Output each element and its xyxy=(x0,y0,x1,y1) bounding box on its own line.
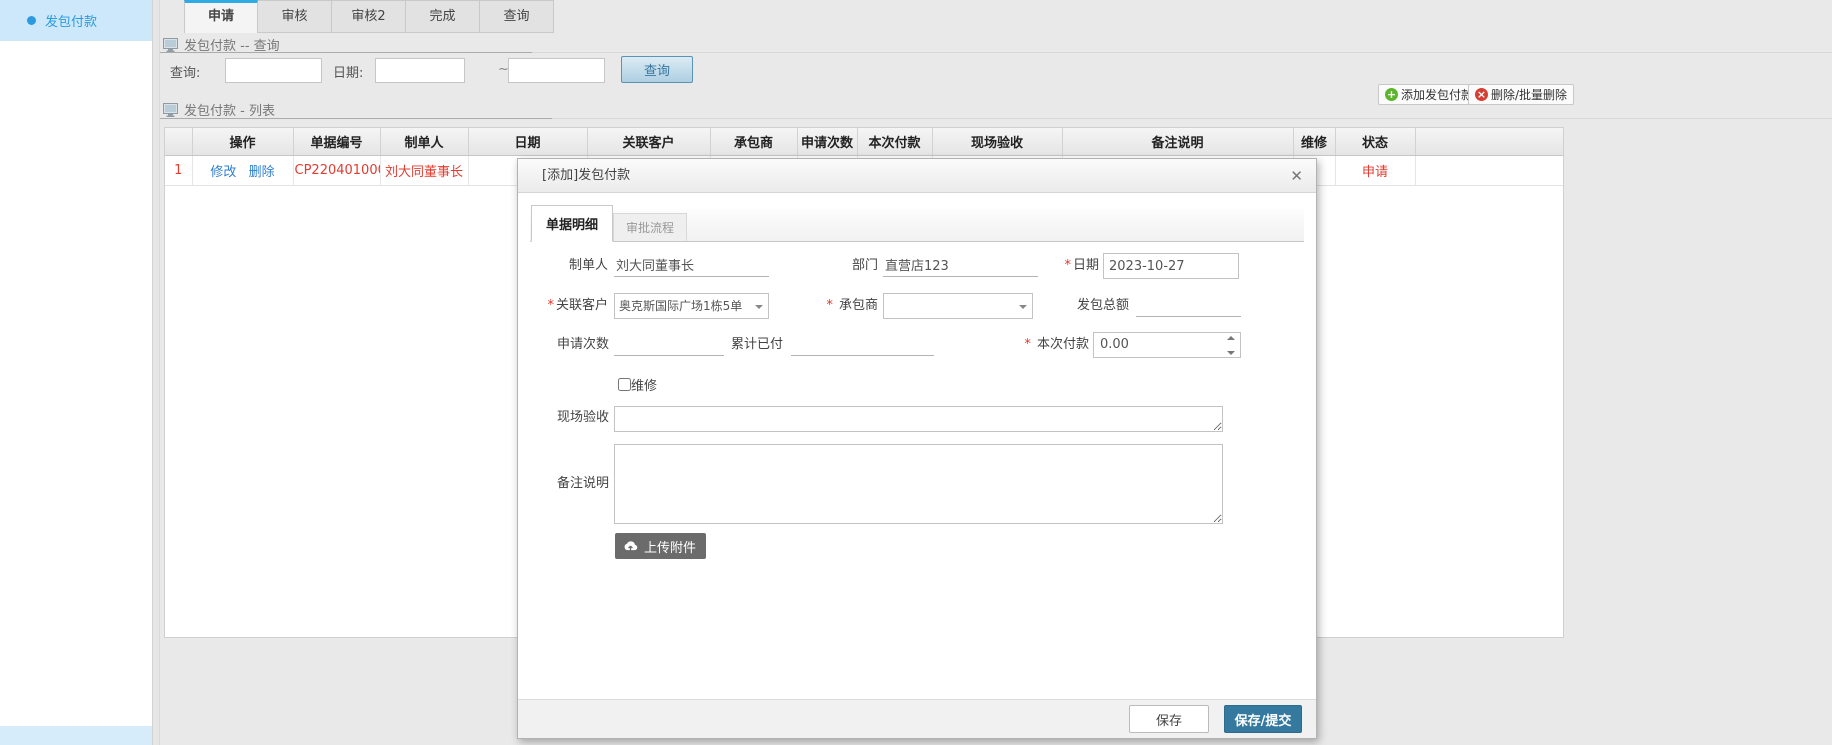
save-submit-button[interactable]: 保存/提交 xyxy=(1224,705,1302,733)
table-header-row: 操作 单据编号 制单人 日期 关联客户 承包商 申请次数 本次付款 现场验收 备… xyxy=(165,128,1563,155)
apply-times-label: 申请次数 xyxy=(518,332,609,358)
delete-batch-button[interactable]: × 删除/批量删除 xyxy=(1468,84,1574,105)
header-acceptance: 现场验收 xyxy=(932,128,1062,155)
list-section-title: 发包付款 - 列表 xyxy=(184,100,275,119)
dialog-titlebar: [添加]发包付款 ✕ xyxy=(518,159,1316,193)
close-icon[interactable]: ✕ xyxy=(1290,167,1303,185)
contractor-label: * 承包商 xyxy=(778,293,878,319)
spinner-up-icon[interactable] xyxy=(1223,333,1240,345)
repair-checkbox-row: 维修 xyxy=(618,375,657,394)
date-to-input[interactable] xyxy=(508,58,605,83)
upload-attachment-button[interactable]: 上传附件 xyxy=(615,533,706,559)
acceptance-textarea[interactable] xyxy=(614,406,1223,432)
header-payment: 本次付款 xyxy=(857,128,932,155)
add-button-label: 添加发包付款 xyxy=(1401,86,1473,103)
client-select-value: 奥克斯国际广场1栋5单 xyxy=(619,299,742,313)
sidebar-bottom-strip xyxy=(0,726,152,745)
tab-review2[interactable]: 审核2 xyxy=(332,0,406,33)
row-spacer xyxy=(1415,155,1563,185)
client-label: *关联客户 xyxy=(518,293,608,319)
client-select[interactable]: 奥克斯国际广场1栋5单 xyxy=(614,293,769,319)
keyword-input[interactable] xyxy=(225,58,322,83)
divider-line xyxy=(160,118,1832,119)
tab-review[interactable]: 审核 xyxy=(258,0,332,33)
monitor-icon xyxy=(163,103,178,117)
paid-total-input[interactable] xyxy=(791,332,934,356)
remark-label: 备注说明 xyxy=(518,471,609,497)
query-bar: 查询: 日期: ~ 查询 xyxy=(0,56,1832,84)
header-rownum xyxy=(165,128,192,155)
delete-button-label: 删除/批量删除 xyxy=(1491,86,1567,103)
sidebar-item-label: 发包付款 xyxy=(45,11,97,30)
header-creator: 制单人 xyxy=(380,128,468,155)
header-status: 状态 xyxy=(1335,128,1415,155)
payment-stepper[interactable]: 0.00 xyxy=(1093,332,1241,358)
dept-label: 部门 xyxy=(778,253,878,279)
repair-checkbox[interactable] xyxy=(618,378,631,391)
save-button[interactable]: 保存 xyxy=(1129,705,1209,733)
acceptance-label: 现场验收 xyxy=(518,405,609,431)
date-field-label: *日期 xyxy=(999,253,1099,279)
add-payment-dialog: [添加]发包付款 ✕ 单据明细 审批流程 制单人 部门 *日期 *关联客户 奥克… xyxy=(517,158,1317,739)
header-remark: 备注说明 xyxy=(1062,128,1293,155)
maker-label: 制单人 xyxy=(518,253,608,279)
tab-apply[interactable]: 申请 xyxy=(184,0,258,33)
edit-link[interactable]: 修改 xyxy=(210,165,236,180)
search-button[interactable]: 查询 xyxy=(621,56,693,83)
cross-circle-icon: × xyxy=(1475,88,1488,101)
dialog-tabs: 单据明细 审批流程 xyxy=(530,209,1304,242)
header-repair: 维修 xyxy=(1293,128,1335,155)
spinner-down-icon[interactable] xyxy=(1223,345,1240,357)
chevron-down-icon xyxy=(1019,305,1027,313)
payment-value: 0.00 xyxy=(1100,333,1129,357)
row-creator: 刘大同董事长 xyxy=(380,155,468,185)
header-client: 关联客户 xyxy=(587,128,710,155)
tab-approval-flow[interactable]: 审批流程 xyxy=(613,213,687,241)
row-doc-no: CP2204010001 xyxy=(293,155,380,185)
tab-search[interactable]: 查询 xyxy=(480,0,554,33)
header-actions: 操作 xyxy=(192,128,293,155)
dialog-footer: 保存 保存/提交 xyxy=(518,699,1316,738)
sidebar: 发包付款 xyxy=(0,0,152,745)
row-status: 申请 xyxy=(1335,155,1415,185)
tab-complete[interactable]: 完成 xyxy=(406,0,480,33)
sidebar-divider xyxy=(152,0,160,745)
total-label: 发包总额 xyxy=(1029,293,1129,319)
total-input[interactable] xyxy=(1136,293,1241,317)
date-label: 日期: xyxy=(333,62,363,81)
header-doc-no: 单据编号 xyxy=(293,128,380,155)
bullet-dot-icon xyxy=(27,16,36,25)
chevron-down-icon xyxy=(755,305,763,313)
upload-button-label: 上传附件 xyxy=(644,537,696,556)
delete-link[interactable]: 删除 xyxy=(249,165,275,180)
list-section-header: 发包付款 - 列表 xyxy=(163,100,275,119)
sidebar-item-contract-payment[interactable]: 发包付款 xyxy=(0,0,152,41)
repair-label: 维修 xyxy=(631,375,657,394)
payment-label: * 本次付款 xyxy=(989,332,1089,358)
monitor-icon xyxy=(163,38,178,52)
header-apply-times: 申请次数 xyxy=(797,128,857,155)
upload-cloud-icon xyxy=(623,540,638,552)
row-index: 1 xyxy=(165,155,192,185)
row-actions: 修改 删除 xyxy=(192,155,293,185)
spinner xyxy=(1223,333,1240,357)
plus-circle-icon: + xyxy=(1385,88,1398,101)
divider-line xyxy=(160,52,1832,53)
paid-total-label: 累计已付 xyxy=(683,332,783,358)
date-from-input[interactable] xyxy=(375,58,465,83)
app-window: 发包付款 申请 审核 审核2 完成 查询 发包付款 -- 查询 查询: 日期: … xyxy=(0,0,1832,745)
add-contract-payment-button[interactable]: + 添加发包付款 xyxy=(1378,84,1480,105)
contractor-select[interactable] xyxy=(883,293,1033,319)
workflow-tabs: 申请 审核 审核2 完成 查询 xyxy=(184,0,554,33)
keyword-label: 查询: xyxy=(170,62,200,81)
date-field-input[interactable] xyxy=(1103,253,1239,279)
dialog-title: [添加]发包付款 xyxy=(542,168,630,183)
maker-input[interactable] xyxy=(614,253,769,277)
tab-doc-detail[interactable]: 单据明细 xyxy=(531,205,613,242)
header-spacer xyxy=(1415,128,1563,155)
header-date: 日期 xyxy=(468,128,587,155)
header-contractor: 承包商 xyxy=(710,128,797,155)
remark-textarea[interactable] xyxy=(614,444,1223,524)
